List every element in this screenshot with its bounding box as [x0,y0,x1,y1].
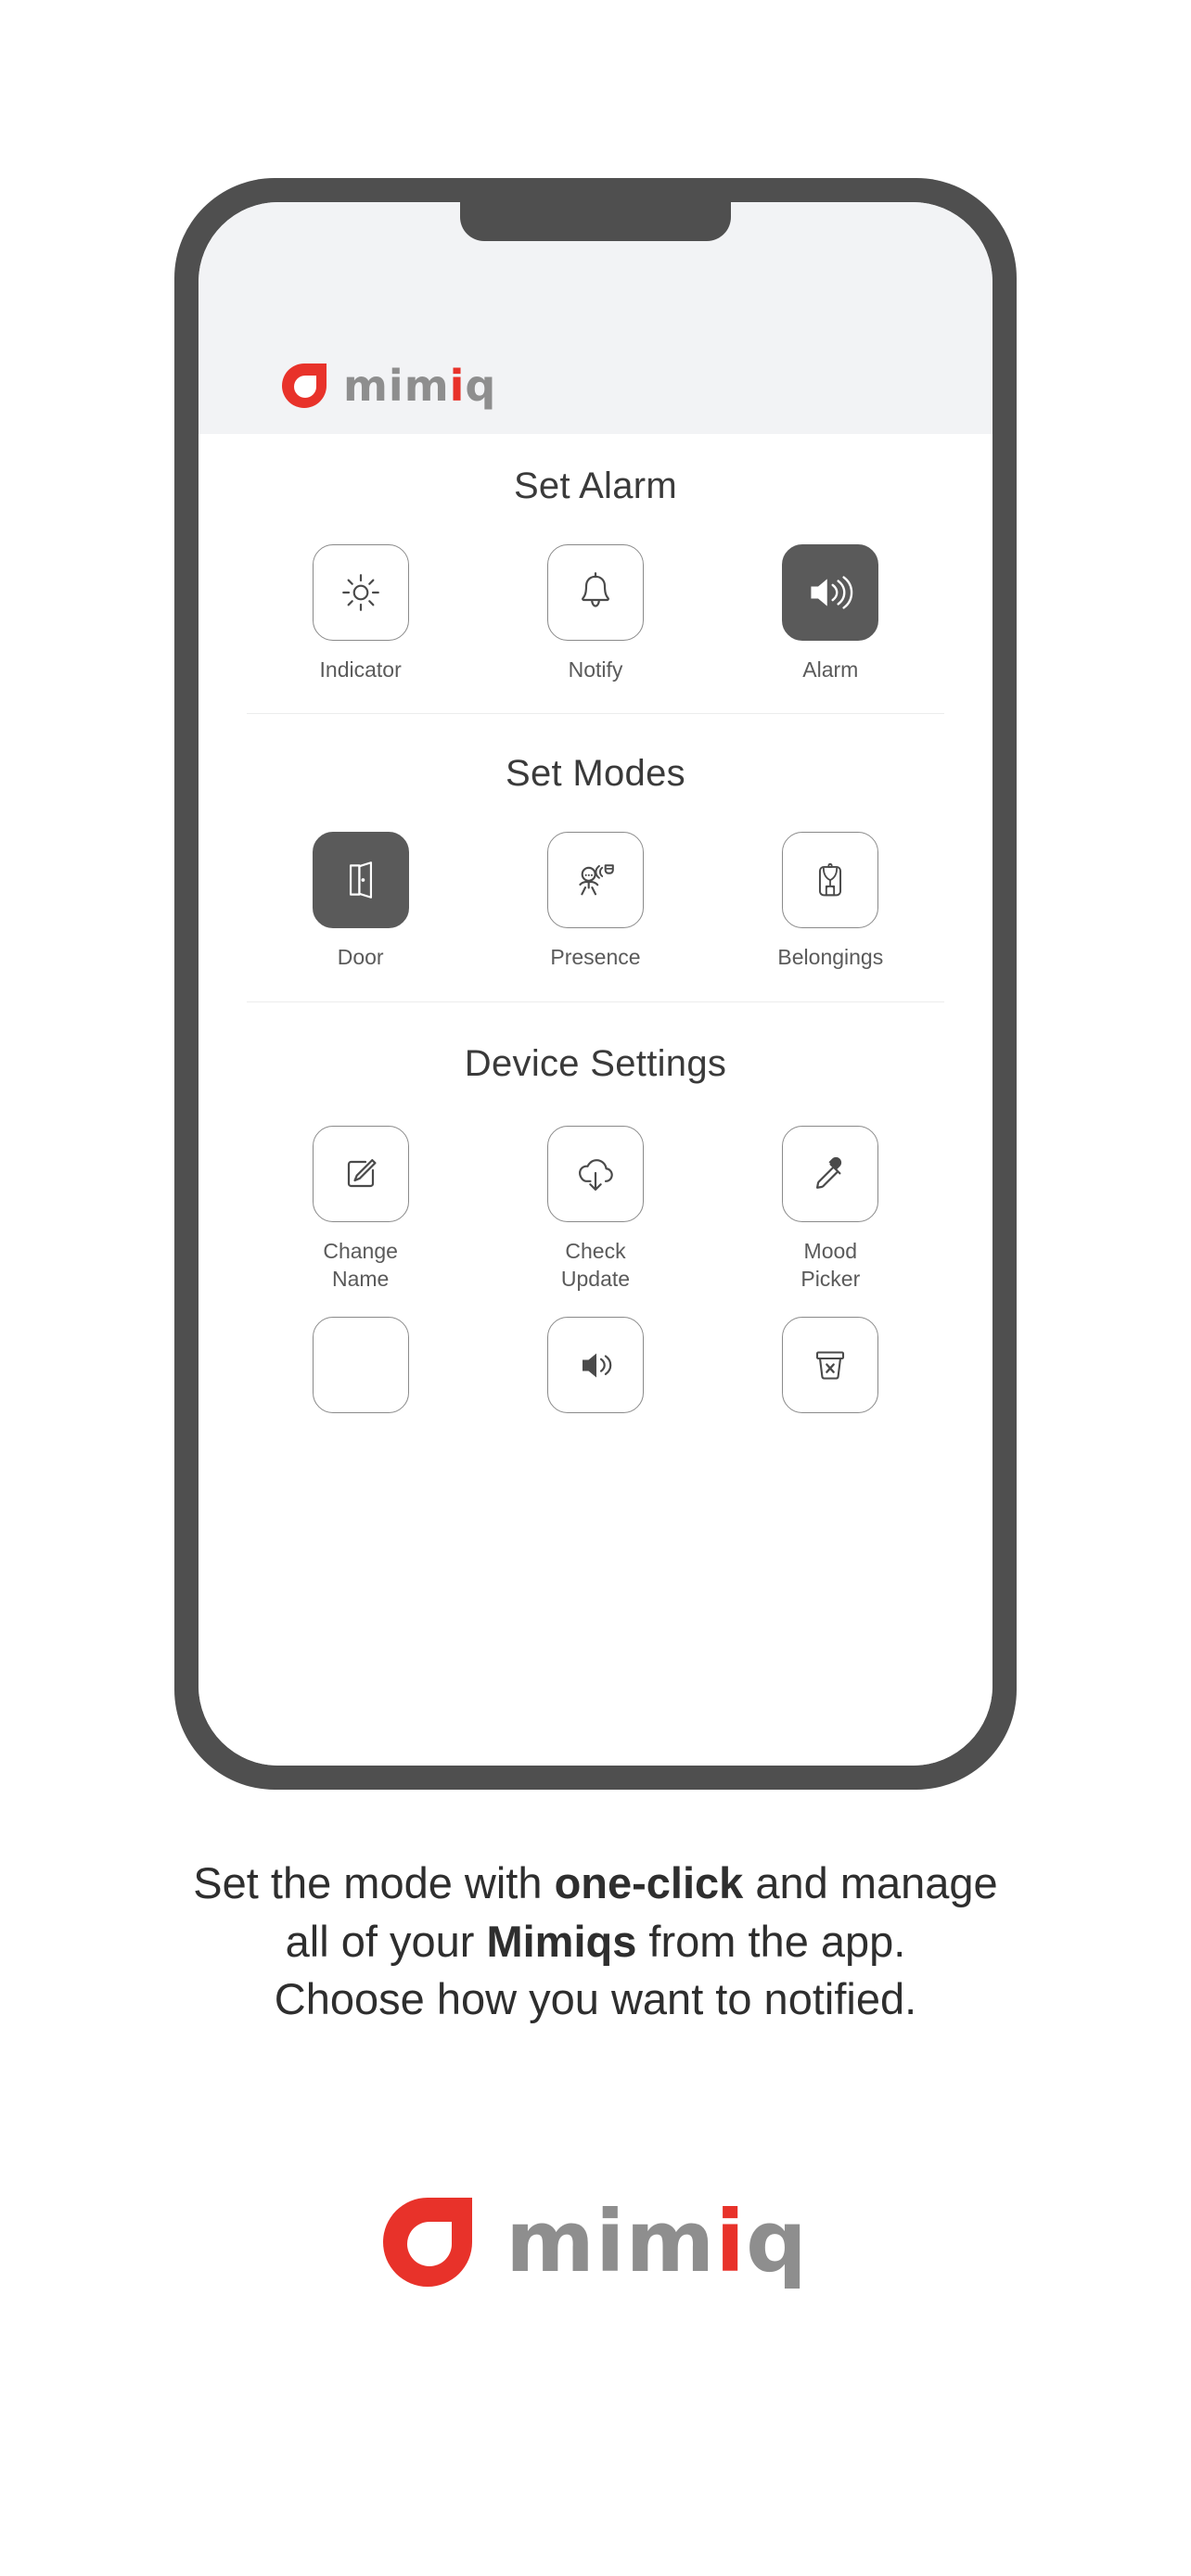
motion-sensor-icon [570,855,621,905]
tile-presence-button[interactable] [546,832,644,929]
tile-belongings-button[interactable] [782,832,879,929]
app-content: Set Alarm Indicator Notify Alarm Set Mod… [198,434,992,1766]
caption-line-2: all of your Mimiqs from the app. [37,1913,1154,1971]
tile-row-device-settings-2 [243,1317,948,1428]
brand-wordmark: mim i q [343,364,496,407]
tile-alarm-button[interactable] [782,544,879,641]
mimiq-logo-mark-icon-large [383,2198,473,2287]
tile-door-button[interactable] [312,832,409,929]
phone-notch [460,202,731,241]
tile-blank-button[interactable] [312,1317,409,1414]
tile-indicator[interactable]: Indicator [287,544,435,683]
marketing-page: mim i q Set Alarm Indicator Notify Alarm… [0,0,1191,2576]
tile-door-label: Door [337,945,384,970]
tile-delete-button[interactable] [782,1317,879,1414]
tile-mood-picker-label: Mood Picker [800,1238,861,1292]
caption-line2-c: from the app. [636,1916,906,1966]
tile-indicator-label: Indicator [319,657,402,682]
section-device-settings: Device Settings Change Name Check Update… [243,1002,948,1429]
tile-row-set-alarm: Indicator Notify Alarm [243,544,948,683]
tile-change-name[interactable]: Change Name [287,1125,435,1294]
speaker-volume-icon [573,1343,618,1387]
tile-check-update-label: Check Update [560,1238,631,1292]
trash-x-icon [808,1343,852,1387]
tile-alarm-label: Alarm [802,657,859,682]
open-door-icon [338,857,384,903]
tile-presence[interactable]: Presence [521,832,670,971]
tile-indicator-button[interactable] [312,544,409,641]
tile-alarm[interactable]: Alarm [756,544,904,683]
caption-line1-a: Set the mode with [193,1858,555,1907]
marketing-caption: Set the mode with one-click and manage a… [0,1855,1191,2029]
phone-screen: mim i q Set Alarm Indicator Notify Alarm… [198,202,992,1766]
section-title-set-modes: Set Modes [506,753,685,795]
caption-emphasis-one-click: one-click [554,1858,744,1907]
tile-delete[interactable] [756,1317,904,1428]
footer-wordmark-part-q: q [745,2192,808,2291]
tile-change-name-label: Change Name [323,1238,398,1292]
section-title-set-alarm: Set Alarm [513,465,678,506]
tile-notify[interactable]: Notify [521,544,670,683]
tile-notify-button[interactable] [546,544,644,641]
footer-brand-logo: mim i q [0,2198,1191,2287]
tile-mood-picker-button[interactable] [782,1125,879,1222]
eyedropper-icon [808,1152,852,1196]
wordmark-part-mim: mim [343,361,450,411]
caption-line-1: Set the mode with one-click and manage [37,1855,1154,1913]
footer-wordmark-part-i: i [715,2192,746,2291]
section-set-modes: Set Modes Door Presence Belongings [243,714,948,971]
tile-belongings-label: Belongings [777,945,884,970]
header-brand-logo: mim i q [282,363,496,408]
caption-line-3: Choose how you want to notified. [274,1974,917,2023]
tile-row-device-settings-1: Change Name Check Update Mood Picker [243,1125,948,1294]
section-set-alarm: Set Alarm Indicator Notify Alarm [243,434,948,683]
tile-row-set-modes: Door Presence Belongings [243,832,948,971]
caption-line2-a: all of your [285,1916,487,1966]
caption-emphasis-mimiqs: Mimiqs [486,1916,637,1966]
tile-check-update[interactable]: Check Update [521,1125,670,1294]
tile-check-update-button[interactable] [546,1125,644,1222]
tile-presence-label: Presence [550,945,641,970]
footer-brand-wordmark: mim i q [506,2200,808,2285]
tile-volume-button[interactable] [546,1317,644,1414]
tile-door[interactable]: Door [287,832,435,971]
footer-wordmark-part-mim: mim [506,2192,716,2291]
tile-volume[interactable] [521,1317,670,1428]
wordmark-part-q: q [465,361,497,411]
phone-mockup: mim i q Set Alarm Indicator Notify Alarm… [174,178,1017,1790]
caption-line1-c: and manage [743,1858,998,1907]
tile-belongings[interactable]: Belongings [756,832,904,971]
bell-icon [572,569,619,616]
cloud-download-icon [572,1151,619,1197]
sun-icon [338,569,384,616]
edit-pencil-icon [339,1152,383,1196]
mimiq-logo-mark-icon [282,363,327,408]
speaker-waves-icon [806,568,854,617]
section-title-device-settings: Device Settings [464,1042,727,1084]
tile-mood-picker[interactable]: Mood Picker [756,1125,904,1294]
tile-change-name-button[interactable] [312,1125,409,1222]
tile-notify-label: Notify [568,657,623,682]
backpack-icon [807,857,853,903]
wordmark-part-i: i [449,361,466,411]
tile-blank[interactable] [287,1317,435,1428]
